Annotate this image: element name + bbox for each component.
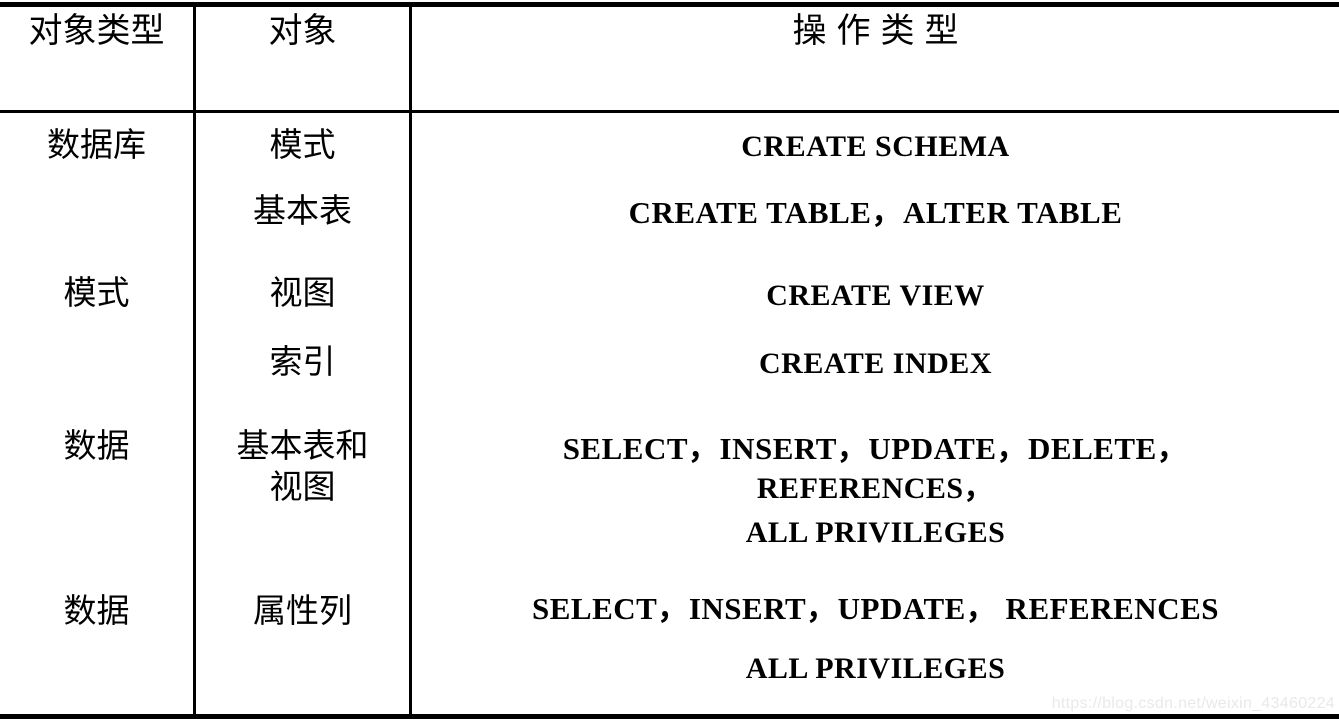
csdn-watermark: https://blog.csdn.net/weixin_43460224	[1051, 695, 1335, 712]
operation-cell: CREATE VIEW	[412, 277, 1339, 315]
operation-text: SELECT，INSERT，UPDATE，DELETE，	[562, 431, 1189, 466]
object-cell: 基本表	[196, 192, 409, 232]
object-value-line1: 基本表和	[236, 429, 369, 465]
header-separator-rule	[0, 110, 1339, 113]
object-value: 视图	[269, 276, 336, 312]
column-header-object: 对象	[196, 0, 409, 110]
permissions-table: 对象类型 对象 操作类型 数据库 模式 数据 数据 模式 基本表 视图 索引 基…	[0, 0, 1339, 721]
column-header-object-label: 对象	[268, 13, 337, 50]
object-cell: 属性列	[196, 592, 409, 632]
column-header-object-type: 对象类型	[0, 0, 193, 110]
object-cell: 基本表和	[196, 427, 409, 467]
operation-cell: ALL PRIVILEGES	[412, 650, 1339, 688]
operation-text: ALL PRIVILEGES	[745, 516, 1006, 549]
object-value: 模式	[269, 128, 336, 164]
operation-text: CREATE VIEW	[766, 279, 985, 312]
table-bottom-border	[0, 714, 1339, 719]
object-cell: 模式	[196, 126, 409, 166]
table-row: 模式	[0, 274, 193, 314]
table-row: 数据	[0, 427, 193, 467]
operation-text: CREATE SCHEMA	[741, 130, 1010, 163]
object-type-value: 数据库	[47, 128, 146, 164]
operation-text: CREATE TABLE，ALTER TABLE	[628, 195, 1123, 230]
object-cell: 视图	[196, 468, 409, 508]
object-cell: 索引	[196, 343, 409, 383]
table-row: 数据	[0, 592, 193, 632]
operation-cell: CREATE TABLE，ALTER TABLE	[412, 194, 1339, 232]
operation-cell: SELECT，INSERT，UPDATE，DELETE，	[412, 430, 1339, 468]
table-row: 数据库	[0, 126, 193, 166]
object-cell: 视图	[196, 274, 409, 314]
operation-cell: ALL PRIVILEGES	[412, 514, 1339, 552]
column-header-operation-type-label: 操作类型	[792, 13, 969, 50]
operation-cell: CREATE SCHEMA	[412, 128, 1339, 166]
operation-text: ALL PRIVILEGES	[745, 652, 1006, 685]
object-type-value: 模式	[63, 276, 130, 312]
operation-text: CREATE INDEX	[759, 347, 992, 380]
object-type-value: 数据	[63, 429, 130, 465]
operation-cell: SELECT，INSERT，UPDATE， REFERENCES	[412, 590, 1339, 628]
object-type-value: 数据	[63, 594, 130, 630]
operation-cell: CREATE INDEX	[412, 345, 1339, 383]
object-value: 索引	[269, 345, 336, 381]
object-value-line2: 视图	[269, 470, 336, 506]
object-value: 属性列	[253, 594, 352, 630]
object-value: 基本表	[253, 194, 352, 230]
operation-cell: REFERENCES，	[412, 470, 1339, 508]
operation-text: REFERENCES，	[756, 472, 995, 505]
column-header-operation-type: 操作类型	[412, 0, 1339, 110]
column-header-object-type-label: 对象类型	[28, 13, 165, 50]
operation-text: SELECT，INSERT，UPDATE， REFERENCES	[531, 591, 1219, 626]
